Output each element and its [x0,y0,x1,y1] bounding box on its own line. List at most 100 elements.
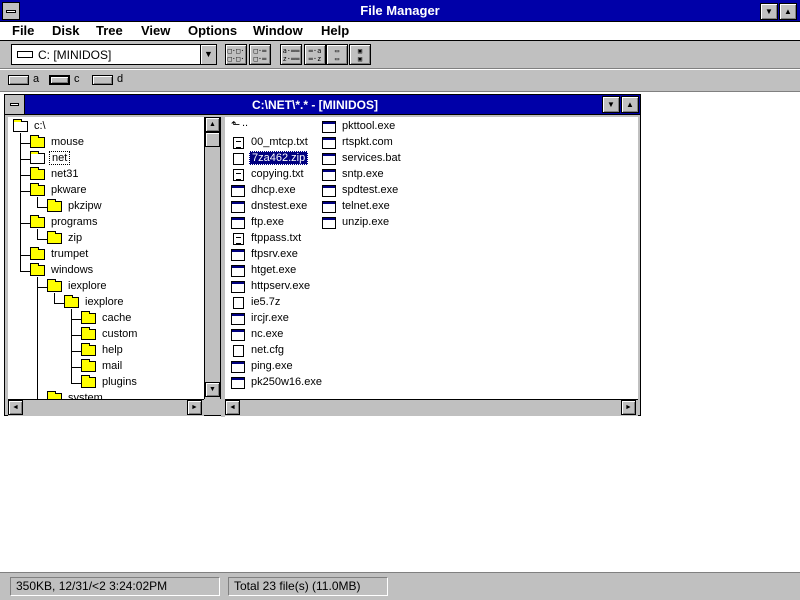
file-item-label: net.cfg [251,344,285,356]
tree-and-directory-button[interactable]: □·□· □·□· [225,44,247,65]
disconnect-icon: ▣ ▣ [357,47,363,63]
file-item-label: httpserv.exe [251,280,311,292]
program-icon [231,281,245,293]
tree-connector [71,383,81,384]
program-icon [322,169,336,181]
file-item-label: rtspkt.com [342,136,393,148]
scroll-down-icon[interactable]: ▼ [205,382,220,397]
tree-only-button[interactable]: □·═ □·═ [249,44,271,65]
file-item-label: spdtest.exe [342,184,399,196]
title-bar: File Manager ▼ ▲ [0,0,800,22]
connect-network-button[interactable]: ▭ ▭ [326,44,348,65]
folder-icon [47,231,62,244]
folder-open-icon [30,151,45,164]
menu-tree[interactable]: Tree [96,23,123,38]
scroll-left-icon[interactable]: ◄ [8,400,23,415]
program-icon [322,201,336,213]
tree-item-label: c:\ [34,120,46,132]
toolbar: C: [MINIDOS] ▼ □·□· □·□· □·═ □·═ a·══ z·══ … [0,41,800,69]
folder-icon [30,215,45,228]
tree-item-label: pkware [51,184,87,196]
scroll-right-icon[interactable]: ► [621,400,636,415]
file-list[interactable]: ⬑.. 00_mtcp.txt 7za462.zip copying.txt dhcp.… [225,117,638,399]
window-menu-icon[interactable] [5,95,25,114]
files-horizontal-scrollbar[interactable]: ◄ ► [225,399,638,416]
tree-connector [71,309,72,383]
file-item-label: sntp.exe [342,168,384,180]
menu-window[interactable]: Window [253,23,303,38]
file-item-label: htget.exe [251,264,297,276]
file-item-label: dhcp.exe [251,184,296,196]
sort-by-name-button[interactable]: a·══ z·══ [280,44,302,65]
tree-connector [20,175,30,176]
file-item-label: dnstest.exe [251,200,308,212]
window-minimize-button[interactable]: ▼ [602,96,620,113]
drive-letter: d [117,73,124,85]
tree-connector [20,159,30,160]
drive-c-button[interactable]: c [47,72,85,89]
document-icon [233,233,244,245]
tree-connector [37,277,38,399]
file-item-label: pk250w16.exe [251,376,322,388]
drive-d-button[interactable]: d [90,72,126,89]
tree-item-label: net [49,151,71,165]
tree-connector [20,223,30,224]
program-icon [231,217,245,229]
scroll-up-icon[interactable]: ▲ [205,117,220,132]
folder-icon [81,327,96,340]
maximize-button[interactable]: ▲ [779,3,797,20]
network-icon: ▭ ▭ [334,47,340,63]
dropdown-arrow-icon[interactable]: ▼ [200,45,216,64]
program-icon [231,249,245,261]
drive-bar: a c d [0,70,800,92]
tree-connector [37,207,47,208]
menu-view[interactable]: View [141,23,170,38]
minimize-button[interactable]: ▼ [760,3,778,20]
drive-select[interactable]: C: [MINIDOS] ▼ [11,44,217,65]
folder-icon [30,167,45,180]
folder-open-icon [13,119,28,132]
tree-item-label: cache [102,312,132,324]
tree-item-label: programs [51,216,98,228]
file-item-label: 00_mtcp.txt [251,136,308,148]
drive-a-button[interactable]: a [6,72,42,89]
mdi-workspace: C:\NET\*.* - [MINIDOS] ▼ ▲ c:\ mouse net ne… [0,93,800,571]
menu-file[interactable]: File [12,23,34,38]
folder-icon [81,359,96,372]
menu-options[interactable]: Options [188,23,237,38]
floppy-drive-icon [8,75,29,85]
file-item-label: nc.exe [251,328,284,340]
document-icon [233,137,244,149]
folder-icon [30,135,45,148]
folder-icon [30,263,45,276]
window-maximize-button[interactable]: ▲ [621,96,639,113]
program-icon [231,201,245,213]
drive-letter: c [74,73,80,85]
tree-connector [20,255,30,256]
file-item-label: telnet.exe [342,200,390,212]
program-icon [231,265,245,277]
tree-vertical-scrollbar[interactable]: ▲ ▼ [204,117,221,399]
app-title: File Manager [360,3,440,18]
program-icon [231,185,245,197]
tree-connector [37,287,47,288]
tree-item-label: zip [68,232,83,244]
sort-by-type-button[interactable]: ═·a ═·z [304,44,326,65]
hard-disk-icon [17,51,33,58]
tree-item-label: trumpet [51,248,89,260]
file-icon [233,345,244,357]
scroll-right-icon[interactable]: ► [187,400,202,415]
sort-name-icon: a·══ z·══ [282,47,300,63]
directory-window-title: C:\NET\*.* - [MINIDOS] [252,98,378,112]
file-item-label: services.bat [342,152,401,164]
program-icon [231,377,245,389]
directory-tree[interactable]: c:\ mouse net net31 pkware pkzipw programs zip t… [8,117,204,399]
scroll-thumb[interactable] [205,132,220,147]
menu-help[interactable]: Help [321,23,349,38]
scroll-left-icon[interactable]: ◄ [225,400,240,415]
disconnect-network-button[interactable]: ▣ ▣ [349,44,371,65]
menu-disk[interactable]: Disk [52,23,79,38]
tree-horizontal-scrollbar[interactable]: ◄ ► [8,399,204,416]
program-icon [322,121,336,133]
program-icon [322,137,336,149]
